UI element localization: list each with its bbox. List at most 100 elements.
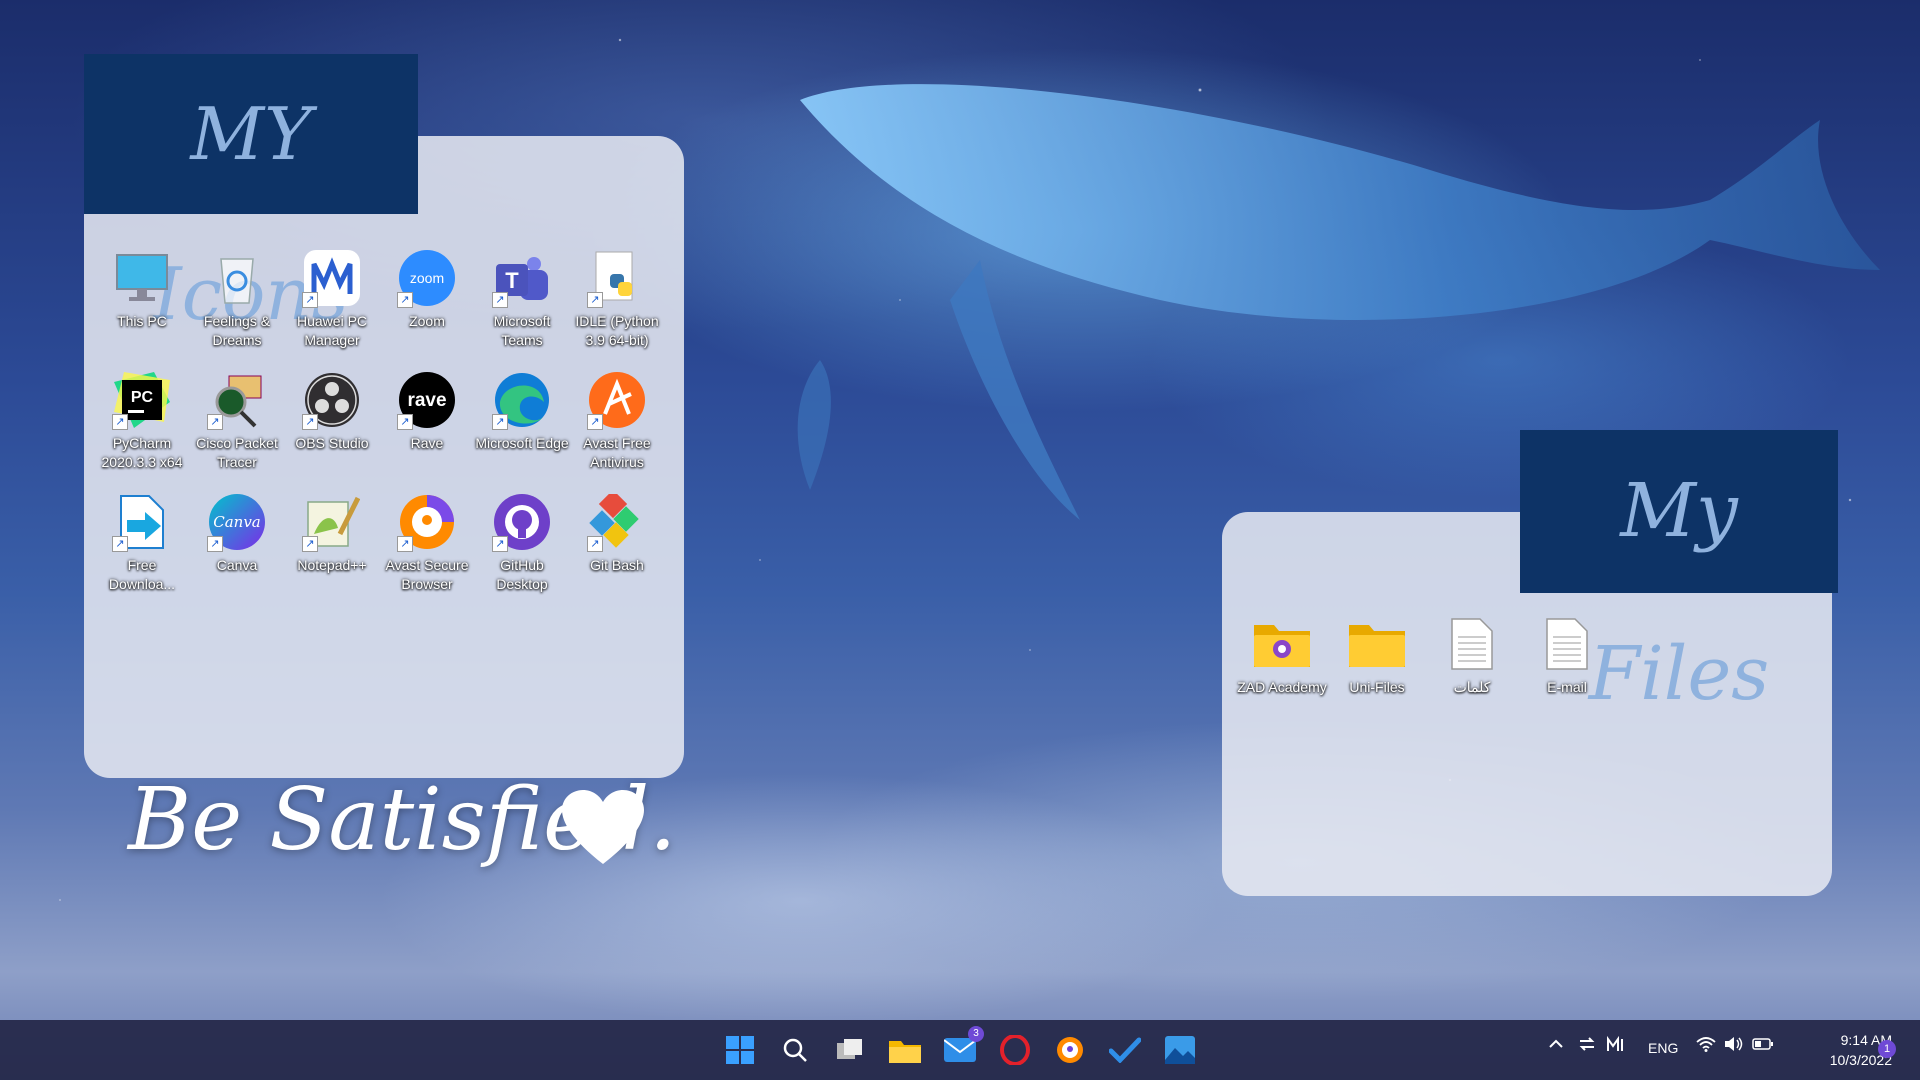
icon-label: Git Bash — [590, 557, 644, 573]
photos-button[interactable] — [1160, 1030, 1200, 1070]
folder-icon — [1254, 616, 1310, 672]
show-hidden-icons-button[interactable] — [1548, 1036, 1564, 1055]
desktop-icon-cisco-packet-tracer[interactable]: ↗ Cisco Packet Tracer — [189, 372, 285, 472]
shortcut-arrow-icon: ↗ — [492, 292, 508, 308]
icon-label: Huawei PC Manager — [296, 313, 368, 348]
shortcut-arrow-icon: ↗ — [207, 536, 223, 552]
shortcut-arrow-icon: ↗ — [302, 414, 318, 430]
file-item-e-mail[interactable]: E-mail — [1519, 616, 1615, 697]
language-indicator[interactable]: ENG — [1648, 1040, 1678, 1056]
tray-network-button[interactable] — [1696, 1036, 1716, 1055]
icon-label: Microsoft Teams — [493, 313, 551, 348]
shortcut-arrow-icon: ↗ — [397, 536, 413, 552]
notepad-plus-plus-icon: ↗ — [302, 494, 360, 552]
icons-panel-title: MY Icons — [84, 54, 418, 336]
desktop-icon-avast-secure-browser[interactable]: ↗ Avast Secure Browser — [379, 494, 475, 594]
opera-button[interactable] — [995, 1030, 1035, 1070]
desktop-icon-canva[interactable]: Canva ↗ Canva — [189, 494, 285, 575]
sync-icon — [1579, 1037, 1595, 1051]
text-file-icon — [1444, 616, 1500, 672]
shortcut-arrow-icon: ↗ — [397, 292, 413, 308]
icon-label: OBS Studio — [295, 435, 369, 451]
desktop-icon-obs-studio[interactable]: ↗ OBS Studio — [284, 372, 380, 453]
desktop-icon-rave[interactable]: rave ↗ Rave — [379, 372, 475, 453]
svg-text:T: T — [505, 268, 519, 293]
shortcut-arrow-icon: ↗ — [587, 292, 603, 308]
notification-badge[interactable]: 1 — [1878, 1040, 1896, 1058]
desktop-icon-pycharm-2020-3-3-x64[interactable]: PC ↗ PyCharm 2020.3.3 x64 — [94, 372, 190, 472]
desktop-icon-microsoft-edge[interactable]: ↗ Microsoft Edge — [474, 372, 570, 453]
huawei-pc-manager-icon: ↗ — [302, 250, 360, 308]
file-explorer-button[interactable] — [885, 1030, 925, 1070]
file-item-uni-files[interactable]: Uni-Files — [1329, 616, 1425, 697]
clock-date: 10/3/2022 — [1829, 1052, 1892, 1068]
icon-label: Avast Secure Browser — [385, 557, 469, 592]
zoom-icon: zoom ↗ — [397, 250, 455, 308]
free-download-manager-icon: ↗ — [112, 494, 170, 552]
desktop-icon-avast-free-antivirus[interactable]: ↗ Avast Free Antivirus — [569, 372, 665, 472]
icon-label: PyCharm 2020.3.3 x64 — [101, 435, 183, 470]
icon-label: Cisco Packet Tracer — [196, 435, 278, 470]
icon-label: Zoom — [409, 313, 445, 329]
shortcut-arrow-icon: ↗ — [302, 536, 318, 552]
svg-text:Canva: Canva — [213, 513, 261, 531]
chevron-up-icon — [1549, 1039, 1563, 1048]
mail-button[interactable]: 3 — [940, 1026, 984, 1070]
desktop-icon-huawei-pc-manager[interactable]: ↗ Huawei PC Manager — [284, 250, 380, 350]
tray-sync-button[interactable] — [1578, 1036, 1596, 1055]
desktop-icon-github-desktop[interactable]: ↗ GitHub Desktop — [474, 494, 570, 594]
edge-icon: ↗ — [492, 372, 550, 430]
todo-button[interactable] — [1105, 1030, 1145, 1070]
recycle-bin-icon — [209, 250, 265, 306]
mail-unread-badge: 3 — [968, 1026, 984, 1042]
task-view-button[interactable] — [830, 1030, 870, 1070]
tray-huawei-button[interactable] — [1606, 1035, 1626, 1055]
avast-browser-icon — [1057, 1037, 1083, 1063]
icon-label: E-mail — [1547, 679, 1587, 695]
avast-browser-taskbar-button[interactable] — [1050, 1030, 1090, 1070]
photos-icon — [1165, 1036, 1195, 1064]
avast-browser-icon: ↗ — [397, 494, 455, 552]
start-button[interactable] — [720, 1030, 760, 1070]
desktop-icon-idle-python-3-9-64-bit[interactable]: ↗ IDLE (Python 3.9 64-bit) — [569, 250, 665, 350]
desktop-icon-free-downloa[interactable]: ↗ Free Downloa... — [94, 494, 190, 594]
search-button[interactable] — [775, 1030, 815, 1070]
text-file-icon — [1539, 616, 1595, 672]
git-bash-icon: ↗ — [587, 494, 645, 552]
folder-icon — [1349, 616, 1405, 672]
shortcut-arrow-icon: ↗ — [587, 414, 603, 430]
icon-label: GitHub Desktop — [496, 557, 548, 592]
huawei-pc-manager-tray-icon — [1607, 1035, 1623, 1051]
heart-icon — [562, 790, 644, 864]
shortcut-arrow-icon: ↗ — [492, 536, 508, 552]
obs-studio-icon: ↗ — [302, 372, 360, 430]
wifi-icon — [1696, 1037, 1716, 1052]
shortcut-arrow-icon: ↗ — [207, 414, 223, 430]
tray-volume-button[interactable] — [1724, 1036, 1744, 1055]
tray-battery-button[interactable] — [1752, 1036, 1774, 1055]
shortcut-arrow-icon: ↗ — [587, 536, 603, 552]
shortcut-arrow-icon: ↗ — [492, 414, 508, 430]
task-view-icon — [837, 1039, 862, 1059]
icon-label: Avast Free Antivirus — [583, 435, 651, 470]
shortcut-arrow-icon: ↗ — [302, 292, 318, 308]
desktop-icon-microsoft-teams[interactable]: T ↗ Microsoft Teams — [474, 250, 570, 350]
file-item-item-2[interactable]: كلمات — [1424, 616, 1520, 697]
icon-label: Uni-Files — [1349, 679, 1405, 695]
icon-label: كلمات — [1453, 679, 1491, 695]
teams-icon: T ↗ — [492, 250, 550, 308]
desktop-icon-zoom[interactable]: zoom ↗ Zoom — [379, 250, 475, 331]
github-desktop-icon: ↗ — [492, 494, 550, 552]
desktop-icon-this-pc[interactable]: This PC — [94, 250, 190, 331]
python-idle-icon: ↗ — [587, 250, 645, 308]
icon-label: IDLE (Python 3.9 64-bit) — [575, 313, 659, 348]
desktop-icon-feelings-dreams[interactable]: Feelings & Dreams — [189, 250, 285, 350]
icon-label: Notepad++ — [297, 557, 367, 573]
avast-antivirus-icon: ↗ — [587, 372, 645, 430]
file-item-zad-academy[interactable]: ZAD Academy — [1234, 616, 1330, 697]
desktop-icon-notepad[interactable]: ↗ Notepad++ — [284, 494, 380, 575]
icon-label: Microsoft Edge — [475, 435, 569, 451]
files-panel-title: My Files — [1520, 430, 1838, 717]
desktop-icon-git-bash[interactable]: ↗ Git Bash — [569, 494, 665, 575]
file-explorer-icon — [889, 1041, 921, 1063]
